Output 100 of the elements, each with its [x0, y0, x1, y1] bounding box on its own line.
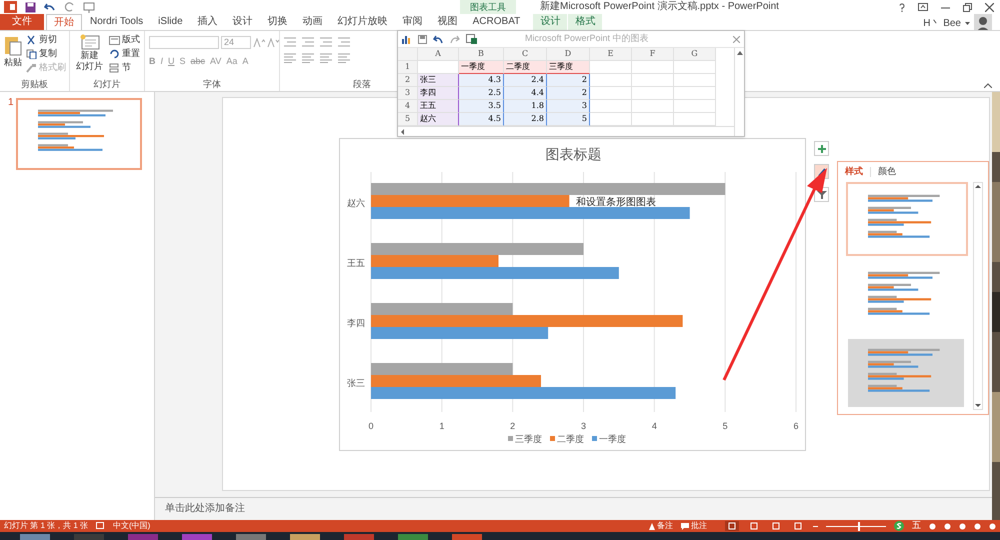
group-label: 幻灯片 [94, 78, 120, 91]
align-right-icon[interactable] [320, 53, 332, 63]
table-cell [590, 61, 632, 74]
decrease-indent-icon[interactable] [320, 37, 332, 47]
table-cell: 2 [547, 74, 590, 87]
brush-icon [26, 63, 37, 73]
font-name-field[interactable] [149, 36, 219, 49]
paste-button[interactable]: 粘贴 [4, 34, 22, 68]
ribbon-tab[interactable]: 插入 [190, 14, 225, 30]
ime-mode[interactable]: 五 [912, 519, 921, 533]
comments-button[interactable]: 批注 [681, 520, 707, 532]
bullets-icon[interactable] [284, 37, 296, 47]
legend-label: 二季度 [557, 434, 584, 444]
table-cell [632, 100, 674, 113]
undo-icon[interactable] [433, 34, 444, 44]
comment-icon [681, 522, 689, 530]
table-cell: 5 [547, 113, 590, 126]
table-cell [632, 74, 674, 87]
normal-view-icon[interactable] [725, 521, 739, 531]
scroll-up-icon[interactable] [974, 183, 982, 191]
collapse-ribbon-button[interactable] [984, 83, 992, 88]
ribbon-tab[interactable]: 开始 [46, 14, 82, 30]
proofing-icon[interactable] [96, 522, 106, 530]
ribbon-tab[interactable]: 设计 [533, 14, 568, 30]
restore-icon[interactable] [963, 2, 972, 12]
clipboard-button[interactable]: 剪切 [26, 34, 66, 46]
zoom-out-icon[interactable] [813, 524, 818, 528]
ribbon-tab[interactable]: 文件 [0, 14, 44, 30]
legend-swatch [592, 436, 597, 441]
table-cell [632, 87, 674, 100]
row-header: 5 [398, 113, 418, 126]
plus-icon [816, 142, 828, 154]
redo-icon[interactable] [450, 34, 460, 44]
slide-number: 1 [8, 98, 14, 110]
ribbon-tab[interactable]: 审阅 [396, 14, 430, 30]
notes-button[interactable]: 备注 [649, 520, 673, 532]
new-slide-button[interactable]: 新建 幻灯片 [74, 34, 105, 72]
slide-option-button[interactable]: 节 [109, 62, 140, 74]
scroll-up-icon[interactable] [736, 50, 742, 55]
ime-icon[interactable] [894, 521, 904, 531]
ribbon-tab[interactable]: Nordri Tools [83, 14, 150, 30]
ribbon-tab[interactable]: iSlide [151, 14, 190, 30]
axis-tick-label: 6 [794, 421, 798, 431]
table-cell [590, 74, 632, 87]
ribbon-tab[interactable]: 切换 [260, 14, 295, 30]
ribbon-tab[interactable]: 动画 [296, 14, 330, 30]
legend-label: 三季度 [515, 434, 542, 444]
close-icon[interactable] [985, 2, 994, 12]
ribbon-tab[interactable]: 视图 [430, 14, 465, 30]
excel-icon[interactable] [466, 34, 477, 44]
caret-icon[interactable] [965, 22, 970, 24]
ribbon-tab[interactable]: 幻灯片放映 [330, 14, 395, 30]
row-header: 4 [398, 100, 418, 113]
table-cell: 4.3 [459, 74, 504, 87]
increase-indent-icon[interactable] [338, 37, 350, 47]
numbering-icon[interactable] [302, 37, 314, 47]
ribbon-display-icon[interactable] [918, 3, 928, 11]
copy-icon [26, 49, 37, 59]
save-icon[interactable] [25, 2, 36, 12]
category-label: 王五 [347, 258, 365, 268]
shrink-font-icon[interactable] [267, 38, 279, 48]
table-cell: 张三 [418, 74, 459, 87]
category-label: 张三 [347, 378, 365, 388]
align-left-icon[interactable] [284, 53, 296, 63]
legend-swatch [508, 436, 513, 441]
table-cell: 2.8 [504, 113, 547, 126]
column-header: G [674, 48, 716, 61]
undo-icon[interactable] [44, 2, 56, 12]
scroll-down-icon[interactable] [974, 401, 982, 409]
panel-tab[interactable]: 颜色 [877, 165, 897, 179]
triangle-icon [649, 522, 655, 530]
ribbon-tab[interactable]: 设计 [226, 14, 260, 30]
user-name[interactable]: H丶 Bee [923, 16, 961, 30]
grow-font-icon[interactable] [253, 38, 265, 48]
slide-option-button[interactable]: 重置 [109, 48, 140, 60]
category-label: 李四 [347, 318, 365, 328]
table-cell: 2 [547, 87, 590, 100]
redo-icon[interactable] [64, 2, 75, 12]
clipboard-button[interactable]: 复制 [26, 48, 66, 60]
slide-option-button[interactable]: 版式 [109, 34, 140, 46]
present-icon[interactable] [83, 2, 95, 12]
table-cell: 4.5 [459, 113, 504, 126]
ribbon-tab[interactable]: ACROBAT [466, 14, 528, 30]
table-cell: 二季度 [504, 61, 547, 74]
align-center-icon[interactable] [302, 53, 314, 63]
add-element-button[interactable] [814, 141, 829, 156]
slide-count: 幻灯片 第 1 张，共 1 张 [4, 520, 88, 532]
justify-icon[interactable] [338, 53, 350, 63]
table-cell: 1.8 [504, 100, 547, 113]
table-cell: 王五 [418, 100, 459, 113]
panel-tab[interactable]: 样式 [844, 165, 864, 179]
language-label[interactable]: 中文(中国) [113, 520, 150, 532]
save-icon[interactable] [418, 34, 427, 44]
table-cell: 2.5 [459, 87, 504, 100]
table-cell: 3.5 [459, 100, 504, 113]
ribbon-tab[interactable]: 格式 [568, 14, 602, 30]
brush-icon [816, 166, 828, 178]
scroll-left-icon[interactable] [400, 128, 406, 134]
axis-tick-label: 4 [652, 421, 657, 431]
help-icon[interactable] [899, 2, 905, 12]
